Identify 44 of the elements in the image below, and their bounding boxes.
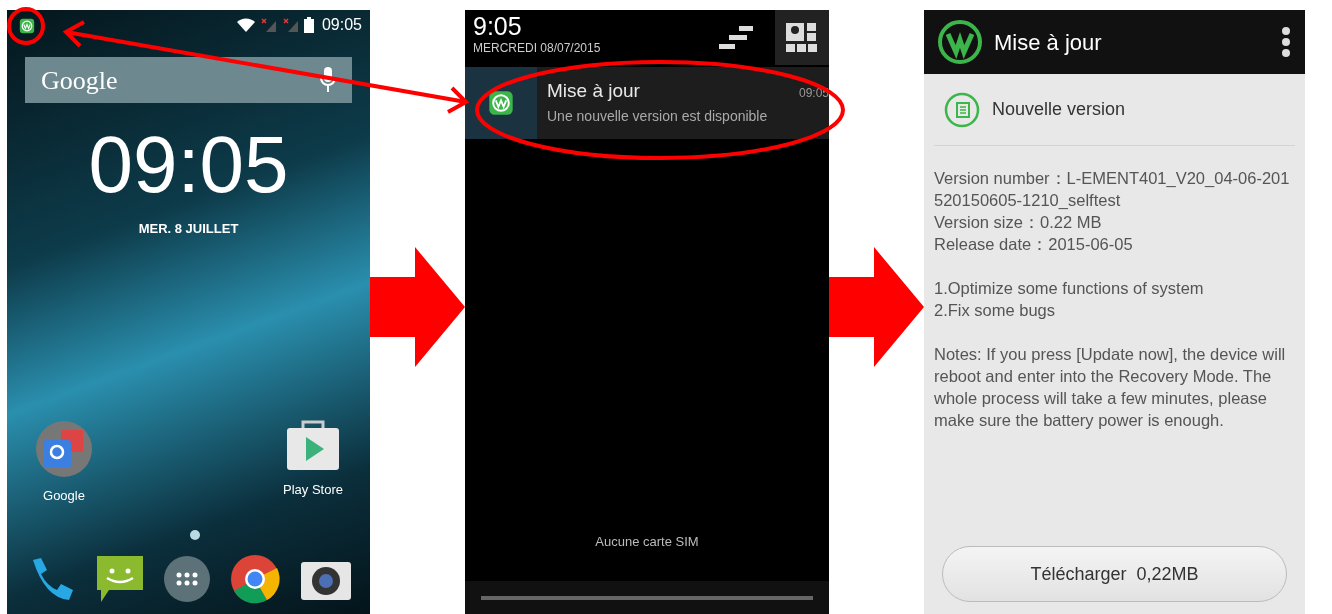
change-item: 2.Fix some bugs bbox=[934, 300, 1057, 321]
shopping-bag-icon[interactable] bbox=[285, 420, 341, 472]
wifi-icon bbox=[235, 17, 256, 33]
quick-settings-icon bbox=[786, 22, 818, 53]
version-detail: Release date：2015-06-05 bbox=[934, 234, 1134, 255]
no-signal-icon bbox=[281, 17, 300, 33]
drag-handle[interactable] bbox=[481, 595, 813, 600]
overflow-menu-icon[interactable] bbox=[1281, 27, 1291, 57]
shade-time: 9:05 bbox=[473, 14, 523, 39]
stacked-bars-icon[interactable] bbox=[719, 25, 753, 50]
update-app-icon bbox=[19, 18, 35, 34]
app-logo-icon bbox=[938, 20, 982, 64]
change-item: 1.Optimize some functions of system bbox=[934, 278, 1205, 299]
download-button[interactable]: Télécharger 0,22MB bbox=[942, 546, 1287, 602]
microphone-icon bbox=[320, 67, 336, 93]
shade-date: MERCREDI 08/07/2015 bbox=[473, 40, 602, 57]
quick-settings-button[interactable] bbox=[775, 10, 829, 65]
app-grid-icon[interactable] bbox=[164, 556, 211, 602]
page-indicator-icon bbox=[190, 530, 200, 540]
version-detail: Version size：0.22 MB bbox=[934, 212, 1103, 233]
no-sim-text: Aucune carte SIM bbox=[594, 532, 700, 551]
search-label: Google bbox=[41, 64, 118, 97]
app-label[interactable]: Google bbox=[43, 486, 85, 506]
right-arrow-icon bbox=[829, 247, 924, 367]
document-icon bbox=[944, 91, 980, 128]
version-detail: Version number：L-EMENT401_V20_04-06-201520150605-1210_selftest bbox=[934, 168, 1291, 211]
chrome-icon[interactable] bbox=[230, 554, 281, 604]
no-signal-icon bbox=[259, 17, 278, 33]
app-label[interactable]: Play Store bbox=[283, 480, 343, 500]
highlight-circle bbox=[7, 7, 45, 45]
app-title: Mise à jour bbox=[994, 28, 1103, 57]
battery-icon bbox=[303, 17, 314, 33]
notification-text: Une nouvelle version est disponible bbox=[547, 106, 769, 126]
notification-title: Mise à jour bbox=[547, 79, 640, 103]
app-folder-icon[interactable] bbox=[35, 420, 93, 478]
right-arrow-icon bbox=[370, 247, 465, 367]
notes-text: Notes: If you press [Update now], the device will reboot and enter into the Recovery Mode. The whole process will take a few minutes, please make sure the battery power is enough. bbox=[934, 344, 1287, 431]
update-app-icon bbox=[488, 90, 514, 116]
section-title: Nouvelle version bbox=[992, 98, 1126, 121]
clock-date: MER. 8 JUILLET bbox=[138, 220, 239, 238]
message-bubble-icon[interactable] bbox=[94, 554, 145, 604]
clock-time: 09:05 bbox=[88, 125, 289, 205]
search-bar[interactable]: Google bbox=[25, 57, 352, 103]
status-time: 09:05 bbox=[321, 15, 362, 35]
